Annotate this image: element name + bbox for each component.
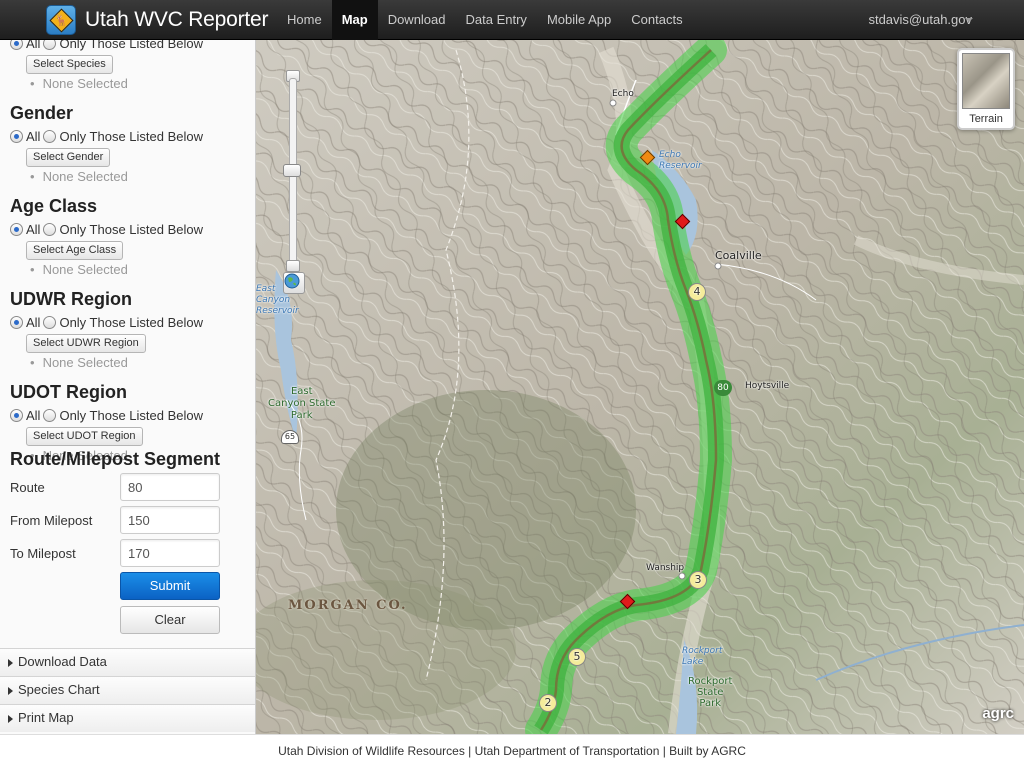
udwr-region-heading: UDWR Region	[10, 289, 132, 309]
route-input[interactable]	[120, 473, 220, 501]
gender-all-label: All	[26, 128, 41, 144]
globe-icon[interactable]	[283, 272, 305, 294]
age-class-all-label: All	[26, 221, 41, 237]
udot-region-all-label: All	[26, 407, 41, 423]
coalville-label: Coalville	[715, 249, 762, 262]
accordion-species-chart[interactable]: Species Chart	[0, 676, 255, 704]
udwr-region-listed-radio[interactable]	[43, 315, 57, 329]
milepost-marker[interactable]: 3	[689, 571, 707, 589]
milepost-marker[interactable]: 4	[688, 283, 706, 301]
footer: Utah Division of Wildlife Resources | Ut…	[0, 734, 1024, 768]
age-class-listed-label: Only Those Listed Below	[59, 221, 204, 237]
accordion-print-map[interactable]: Print Map	[0, 704, 255, 732]
navbar: 🦌 Utah WVC Reporter Home Map Download Da…	[0, 0, 1024, 40]
clear-button[interactable]: Clear	[120, 606, 220, 634]
sidebar: All Only Those Listed Below Select Speci…	[0, 40, 256, 734]
age-class-selection: None Selected	[30, 261, 255, 279]
age-class-filter: Age Class All Only Those Listed Below Se…	[0, 195, 255, 279]
gender-listed-radio[interactable]	[43, 129, 57, 143]
gender-filter: Gender All Only Those Listed Below Selec…	[0, 102, 255, 186]
nav-data-entry[interactable]: Data Entry	[456, 0, 537, 40]
species-listed-label: Only Those Listed Below	[59, 40, 204, 51]
gender-heading: Gender	[10, 103, 74, 123]
species-selection: None Selected	[30, 75, 255, 93]
gender-all-radio[interactable]	[10, 129, 23, 143]
udot-region-listed-radio[interactable]	[43, 408, 57, 422]
age-class-heading: Age Class	[10, 196, 98, 216]
nav-mobile-app[interactable]: Mobile App	[537, 0, 621, 40]
udwr-region-all-label: All	[26, 314, 41, 330]
select-species-button[interactable]: Select Species	[26, 55, 113, 74]
zoom-handle[interactable]	[283, 164, 301, 177]
road-sign-deer-icon: 🦌	[46, 5, 76, 35]
from-milepost-label: From Milepost	[10, 513, 93, 528]
to-milepost-input[interactable]	[120, 539, 220, 567]
milepost-marker[interactable]: 2	[539, 694, 557, 712]
age-class-listed-radio[interactable]	[43, 222, 57, 236]
to-milepost-label: To Milepost	[10, 546, 76, 561]
route-label: Route	[10, 480, 45, 495]
caret-down-icon[interactable]	[965, 18, 973, 22]
submit-button[interactable]: Submit	[120, 572, 220, 600]
echo-reservoir-label: Echo Reservoir	[659, 150, 702, 171]
state-route-shield: 65	[281, 430, 299, 444]
hoytsville-label: Hoytsville	[745, 381, 790, 391]
main-nav: Home Map Download Data Entry Mobile App …	[277, 0, 693, 40]
select-udwr-region-button[interactable]: Select UDWR Region	[26, 334, 146, 353]
terrain-basemap	[256, 40, 1024, 734]
udot-region-heading: UDOT Region	[10, 382, 127, 402]
interstate-shield: 80	[714, 380, 732, 396]
echo-label: Echo	[612, 89, 634, 99]
age-class-all-radio[interactable]	[10, 222, 23, 236]
from-milepost-input[interactable]	[120, 506, 220, 534]
nav-home[interactable]: Home	[277, 0, 332, 40]
udwr-region-listed-label: Only Those Listed Below	[59, 314, 204, 330]
udot-region-all-radio[interactable]	[10, 408, 23, 422]
nav-contacts[interactable]: Contacts	[621, 0, 692, 40]
morgan-county-label: MORGAN CO.	[288, 598, 408, 613]
udwr-region-filter: UDWR Region All Only Those Listed Below …	[0, 288, 255, 372]
select-age-class-button[interactable]: Select Age Class	[26, 241, 124, 260]
nav-map[interactable]: Map	[331, 0, 378, 40]
species-listed-radio[interactable]	[43, 40, 57, 50]
udot-region-listed-label: Only Those Listed Below	[59, 407, 204, 423]
udwr-region-selection: None Selected	[30, 354, 255, 372]
select-gender-button[interactable]: Select Gender	[26, 148, 111, 167]
basemap-toggle[interactable]: Terrain	[957, 48, 1015, 130]
udwr-region-all-radio[interactable]	[10, 315, 23, 329]
app-title: Utah WVC Reporter	[85, 8, 269, 31]
agrc-logo: agrc	[982, 705, 1014, 722]
species-all-label: All	[26, 40, 41, 51]
species-filter: All Only Those Listed Below Select Speci…	[0, 40, 255, 93]
terrain-thumbnail	[962, 53, 1010, 109]
brand[interactable]: 🦌 Utah WVC Reporter	[46, 4, 269, 36]
select-udot-region-button[interactable]: Select UDOT Region	[26, 427, 143, 446]
basemap-label: Terrain	[969, 113, 1003, 125]
wanship-label: Wanship	[646, 563, 685, 573]
species-all-radio[interactable]	[10, 40, 23, 50]
east-canyon-state-park-label: East Canyon State Park	[268, 386, 336, 421]
gender-listed-label: Only Those Listed Below	[59, 128, 204, 144]
accordion-download-data[interactable]: Download Data	[0, 648, 255, 676]
map-view[interactable]: 4 3 5 2 80 65 Echo Echo Reservoir Coalvi…	[256, 40, 1024, 734]
segment-heading: Route/Milepost Segment	[10, 449, 221, 469]
rockport-state-park-label: Rockport State Park	[688, 676, 733, 709]
nav-download[interactable]: Download	[378, 0, 456, 40]
zoom-out-button[interactable]	[286, 260, 300, 272]
filter-panel: All Only Those Listed Below Select Speci…	[0, 40, 255, 465]
rockport-lake-label: Rockport Lake	[682, 646, 723, 667]
milepost-marker[interactable]: 5	[568, 648, 586, 666]
user-menu[interactable]: stdavis@utah.gov	[868, 0, 972, 40]
gender-selection: None Selected	[30, 168, 255, 186]
